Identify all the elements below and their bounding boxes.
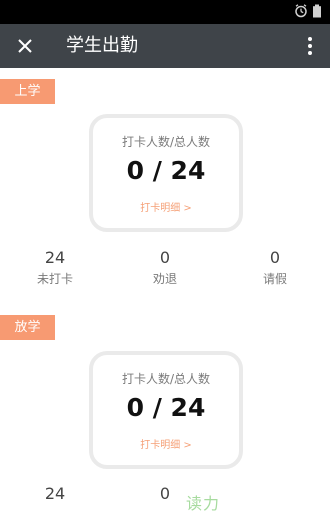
stat-value: 0 — [269, 248, 281, 267]
stat-value: 0 — [159, 248, 171, 267]
stat-value: 24 — [44, 248, 66, 267]
stat-not-clocked[interactable]: 24 — [10, 485, 100, 503]
watermark-text: 读力 — [186, 494, 221, 513]
status-icons — [294, 4, 322, 18]
page-title: 学生出勤 — [66, 35, 138, 56]
stat-not-clocked[interactable]: 24 未打卡 — [10, 249, 100, 287]
stat-label: 未打卡 — [36, 272, 73, 286]
section-tag-school-arrival: 上学 — [0, 79, 55, 104]
attendance-detail-link[interactable]: 打卡明细 > — [93, 199, 239, 214]
attendance-detail-link[interactable]: 打卡明细 > — [93, 436, 239, 451]
attendance-card-arrival: 打卡人数/总人数 0 / 24 打卡明细 > — [89, 114, 243, 232]
card-label: 打卡人数/总人数 — [121, 372, 211, 386]
close-icon — [18, 39, 32, 53]
battery-icon — [313, 4, 321, 18]
card-value: 0 / 24 — [126, 156, 206, 185]
app-bar: 学生出勤 — [0, 24, 330, 68]
section-tag-school-dismissal: 放学 — [0, 315, 55, 340]
stat-value: 24 — [44, 484, 66, 503]
stat-label: 请假 — [262, 272, 287, 286]
card-value: 0 / 24 — [126, 393, 206, 422]
stat-label: 劝退 — [152, 272, 177, 286]
stat-leave[interactable]: 0 请假 — [230, 249, 320, 287]
alarm-icon — [295, 4, 307, 18]
more-menu-button[interactable] — [304, 34, 316, 58]
attendance-card-dismissal: 打卡人数/总人数 0 / 24 打卡明细 > — [89, 351, 243, 469]
card-label: 打卡人数/总人数 — [121, 135, 211, 149]
status-bar — [0, 0, 330, 24]
more-vertical-icon — [308, 37, 312, 55]
stat-dismissed[interactable]: 0 劝退 — [120, 249, 210, 287]
close-button[interactable] — [10, 31, 40, 61]
